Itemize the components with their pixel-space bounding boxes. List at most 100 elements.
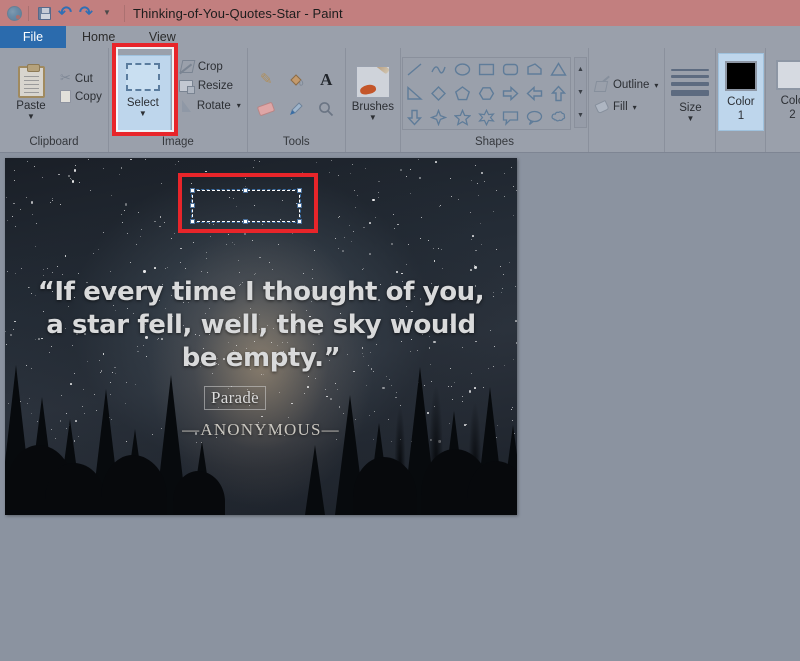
outline-dropdown-caret[interactable]: ▾ xyxy=(654,81,658,90)
crop-button[interactable]: Crop xyxy=(179,60,241,73)
fill-with-color-tool-icon[interactable] xyxy=(282,65,310,93)
color2-button[interactable]: Colo 2 xyxy=(769,53,800,131)
shapes-scrollbar[interactable]: ▲ ▼ ▼ xyxy=(573,57,587,128)
shape-four-point-star[interactable] xyxy=(427,106,450,129)
paint-window: ↶ ↷ ▼ Thinking-of-You-Quotes-Star - Pain… xyxy=(0,0,800,661)
cut-button[interactable]: ✂ Cut xyxy=(60,72,102,85)
color1-button[interactable]: Color 1 xyxy=(717,53,764,131)
shape-pentagon[interactable] xyxy=(451,82,474,105)
copy-label: Copy xyxy=(75,90,102,103)
brushes-button[interactable]: Brushes ▼ xyxy=(352,63,394,122)
fill-icon xyxy=(595,101,609,114)
shape-rectangular-callout[interactable] xyxy=(499,106,522,129)
shape-right-arrow[interactable] xyxy=(499,82,522,105)
clipboard-icon xyxy=(17,64,45,98)
selection-handle-bottom-center[interactable] xyxy=(243,219,248,224)
select-dropdown-caret[interactable]: ▼ xyxy=(139,109,147,118)
shape-line[interactable] xyxy=(403,58,426,81)
rotate-icon xyxy=(179,99,192,112)
color1-swatch[interactable] xyxy=(724,61,757,91)
selection-handle-top-left[interactable] xyxy=(190,188,195,193)
ribbon-group-outline-fill: Outline ▾ Fill ▾ xyxy=(589,48,666,152)
paste-dropdown-caret[interactable]: ▼ xyxy=(27,112,35,121)
outline-icon xyxy=(595,79,609,92)
paste-label: Paste xyxy=(16,100,46,112)
cut-label: Cut xyxy=(74,72,93,85)
resize-icon xyxy=(178,80,195,94)
undo-icon[interactable]: ↶ xyxy=(55,3,75,23)
shape-cloud-callout[interactable] xyxy=(547,106,570,129)
redo-icon[interactable]: ↷ xyxy=(76,3,96,23)
shape-polygon[interactable] xyxy=(523,58,546,81)
shape-left-arrow[interactable] xyxy=(523,82,546,105)
size-button[interactable]: Size ▼ xyxy=(671,61,710,123)
save-icon[interactable] xyxy=(34,3,54,23)
shape-down-arrow[interactable] xyxy=(403,106,426,129)
shape-diamond[interactable] xyxy=(427,82,450,105)
selection-handle-bottom-right[interactable] xyxy=(297,219,302,224)
shape-hexagon[interactable] xyxy=(475,82,498,105)
toolbar-divider xyxy=(28,5,29,21)
brushes-dropdown-caret[interactable]: ▼ xyxy=(369,113,377,122)
select-button[interactable]: Select ▼ xyxy=(114,55,171,131)
selection-handle-bottom-left[interactable] xyxy=(190,219,195,224)
crop-icon xyxy=(179,60,193,73)
group-label-shapes: Shapes xyxy=(474,136,514,148)
shapes-more-icon[interactable]: ▼ xyxy=(575,104,586,127)
text-tool-icon[interactable]: A xyxy=(312,65,340,93)
group-label-size xyxy=(665,132,715,152)
copy-button[interactable]: Copy xyxy=(58,88,102,103)
color2-swatch[interactable] xyxy=(776,60,800,90)
shape-triangle[interactable] xyxy=(547,58,570,81)
group-label-outline-fill xyxy=(589,132,664,152)
selection-rectangle-icon xyxy=(125,63,160,91)
ribbon-group-size: Size ▼ xyxy=(665,48,717,152)
shape-right-triangle[interactable] xyxy=(403,82,426,105)
ribbon-group-clipboard: Paste ▼ ✂ Cut Copy Clipboard xyxy=(0,48,109,152)
selection-handle-middle-right[interactable] xyxy=(297,203,302,208)
customize-quick-access-icon[interactable]: ▼ xyxy=(97,3,117,23)
shape-oval[interactable] xyxy=(451,58,474,81)
fill-button[interactable]: Fill ▾ xyxy=(595,101,658,114)
shape-up-arrow[interactable] xyxy=(547,82,570,105)
shapes-scroll-up-icon[interactable]: ▲ xyxy=(575,58,586,81)
select-label: Select xyxy=(126,97,159,109)
shape-curve[interactable] xyxy=(427,58,450,81)
crop-label: Crop xyxy=(197,60,223,73)
selection-handle-top-right[interactable] xyxy=(297,188,302,193)
color-picker-tool-icon[interactable] xyxy=(282,95,310,123)
canvas-selection-marquee[interactable] xyxy=(190,188,302,224)
shape-rounded-rectangle[interactable] xyxy=(499,58,522,81)
rotate-button[interactable]: Rotate ▾ xyxy=(179,99,241,112)
tab-file[interactable]: File xyxy=(0,26,66,48)
shape-five-point-star[interactable] xyxy=(451,106,474,129)
color2-title: Colo xyxy=(780,95,800,107)
tab-home[interactable]: Home xyxy=(66,26,131,48)
eraser-tool-icon[interactable] xyxy=(252,95,280,123)
quote-text: “If every time I thought of you, a star … xyxy=(37,277,485,373)
shape-six-point-star[interactable] xyxy=(475,106,498,129)
shapes-scroll-down-icon[interactable]: ▼ xyxy=(575,81,586,104)
paste-button[interactable]: Paste ▼ xyxy=(6,64,56,121)
fill-dropdown-caret[interactable]: ▾ xyxy=(633,103,637,112)
group-label-color2 xyxy=(766,132,800,152)
pencil-tool-icon[interactable]: ✎ xyxy=(252,65,280,93)
selection-handle-top-center[interactable] xyxy=(243,188,248,193)
resize-label: Resize xyxy=(197,80,234,92)
shape-rectangle[interactable] xyxy=(475,58,498,81)
selection-handle-middle-left[interactable] xyxy=(190,203,195,208)
outline-button[interactable]: Outline ▾ xyxy=(595,79,658,92)
outline-label: Outline xyxy=(612,79,650,91)
shape-oval-callout[interactable] xyxy=(523,106,546,129)
magnifier-tool-icon[interactable] xyxy=(312,95,340,123)
size-dropdown-caret[interactable]: ▼ xyxy=(686,114,694,123)
rotate-dropdown-caret[interactable]: ▾ xyxy=(237,101,241,110)
scissors-icon: ✂ xyxy=(60,71,71,86)
tab-view[interactable]: View xyxy=(131,26,193,48)
group-label-tools: Tools xyxy=(282,136,310,148)
shapes-gallery xyxy=(401,57,571,130)
copy-icon xyxy=(58,88,71,103)
image-canvas[interactable]: Parade “If every time I thought of you, … xyxy=(5,158,517,515)
resize-button[interactable]: Resize xyxy=(178,80,241,94)
color2-number: 2 xyxy=(789,109,796,121)
